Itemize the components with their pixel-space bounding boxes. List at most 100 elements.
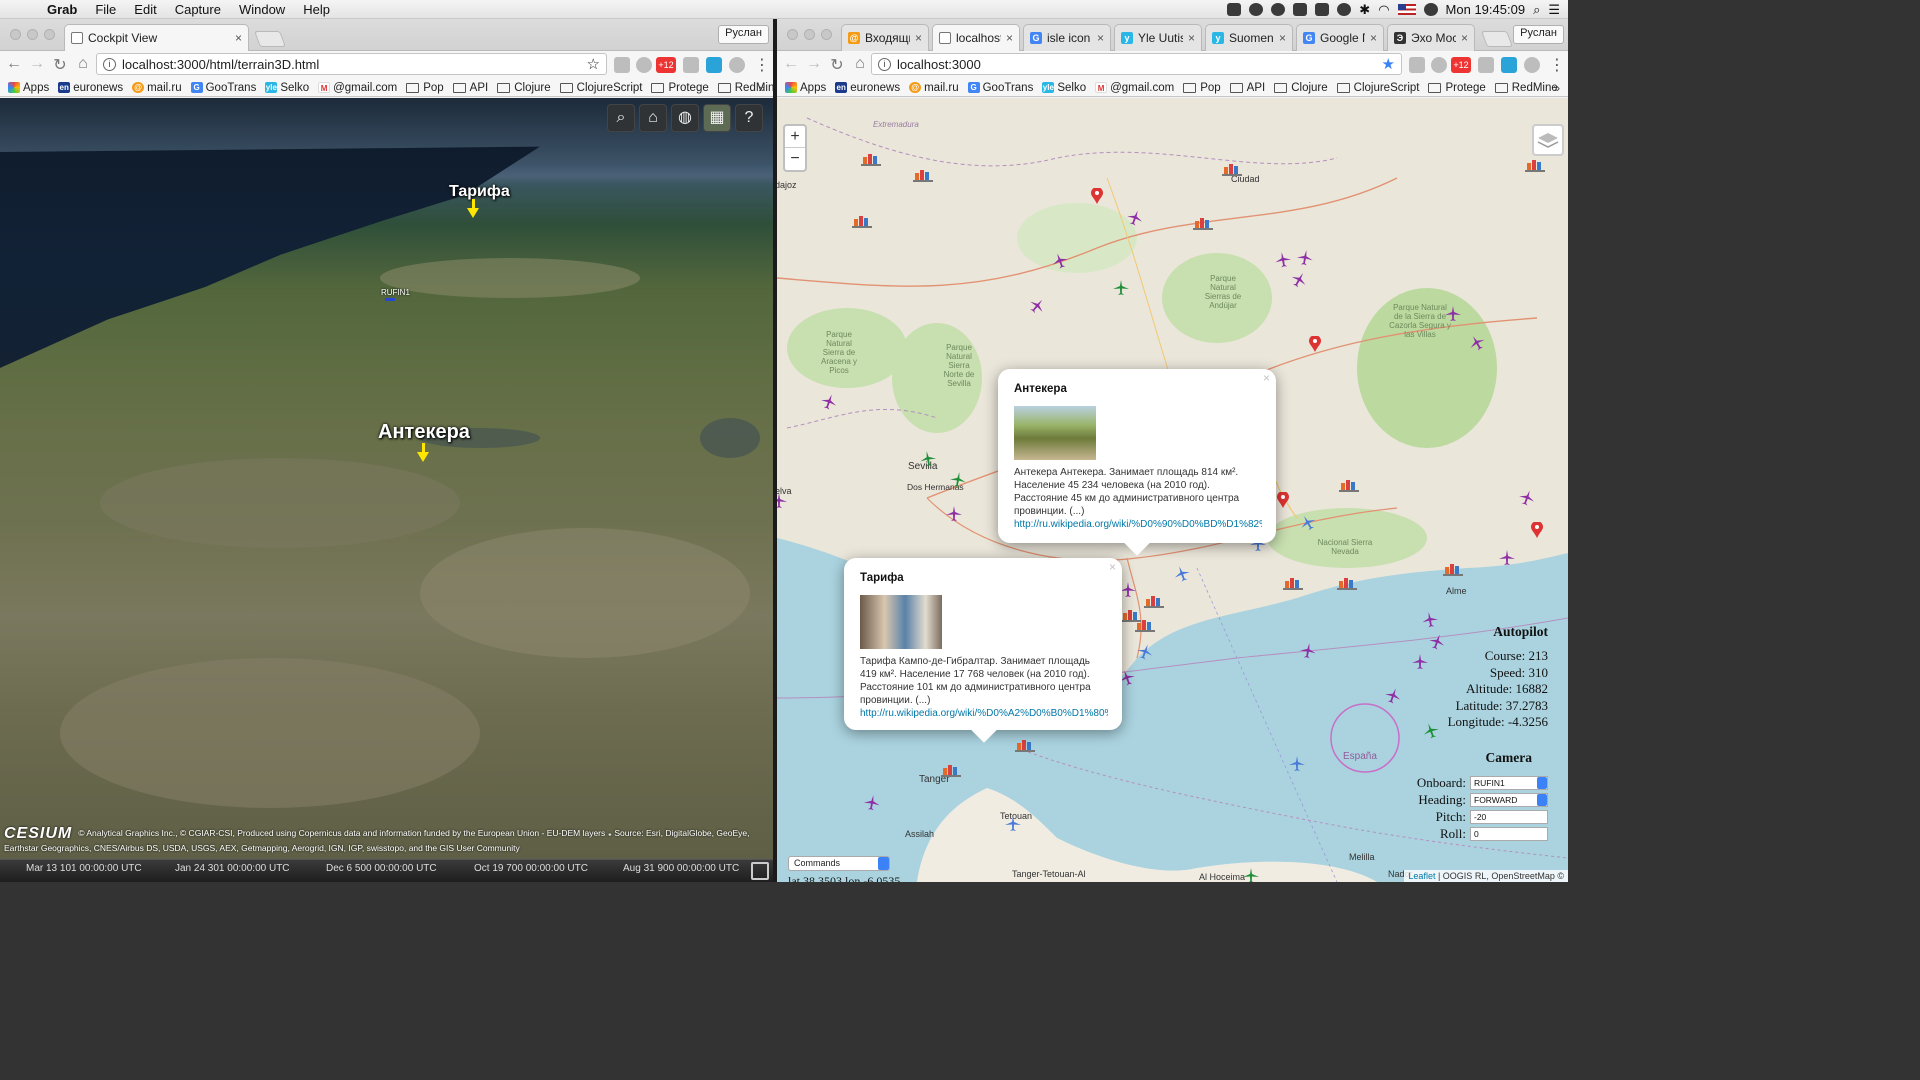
fullscreen-icon[interactable] — [751, 862, 769, 880]
extension-icon[interactable] — [1409, 57, 1425, 73]
extension-icon[interactable] — [683, 57, 699, 73]
zoom-in-button[interactable]: + — [785, 126, 805, 148]
aircraft-icon[interactable] — [1289, 756, 1305, 772]
extension-icon[interactable] — [1524, 57, 1540, 73]
browser-menu-icon[interactable]: ⋮ — [1549, 55, 1565, 75]
close-window-button[interactable] — [10, 29, 21, 40]
back-icon[interactable]: ← — [783, 55, 799, 73]
map-pin-icon[interactable] — [1309, 335, 1321, 352]
zoom-window-button[interactable] — [44, 29, 55, 40]
bookmarks-overflow-button[interactable]: » — [1553, 81, 1560, 95]
profile-button[interactable]: Руслан — [718, 25, 769, 44]
extension-icon[interactable] — [614, 57, 630, 73]
bookmark-folder-pop[interactable]: Pop — [1183, 82, 1221, 94]
bookmark-selko[interactable]: yle Selko — [1042, 82, 1086, 94]
menu-window[interactable]: Window — [230, 2, 294, 17]
home-icon[interactable]: ⌂ — [852, 55, 868, 73]
aircraft-icon[interactable] — [949, 471, 968, 490]
city-marker-icon[interactable] — [1222, 162, 1242, 176]
zoom-out-button[interactable]: − — [785, 148, 805, 170]
menu-grab[interactable]: Grab — [38, 2, 86, 17]
browser-menu-icon[interactable]: ⋮ — [754, 55, 770, 75]
city-marker-icon[interactable] — [1525, 158, 1545, 172]
extension-icon[interactable] — [1431, 57, 1447, 73]
aircraft-icon[interactable] — [1120, 582, 1136, 598]
zoom-window-button[interactable] — [821, 29, 832, 40]
map-pin-icon[interactable] — [1531, 521, 1543, 538]
bookmarks-overflow-button[interactable]: » — [758, 81, 765, 95]
aircraft-icon[interactable] — [1499, 550, 1515, 566]
forward-icon[interactable]: → — [29, 55, 45, 73]
volume-icon[interactable] — [1423, 3, 1438, 16]
home-icon[interactable]: ⌂ — [639, 104, 667, 132]
skype-icon[interactable] — [706, 57, 722, 73]
map-pin-icon[interactable] — [1091, 187, 1103, 204]
cesium-logo[interactable]: CESIUM — [4, 825, 72, 842]
close-icon[interactable]: × — [1109, 561, 1116, 574]
site-info-icon[interactable]: i — [103, 57, 116, 71]
profile-button[interactable]: Руслан — [1513, 25, 1564, 44]
aircraft-icon[interactable] — [777, 493, 787, 509]
extension-icon[interactable] — [1478, 57, 1494, 73]
map-pin-icon[interactable] — [1277, 491, 1289, 508]
menu-file[interactable]: File — [86, 2, 125, 17]
aircraft-icon[interactable] — [863, 794, 882, 813]
home-icon[interactable]: ⌂ — [75, 55, 91, 73]
commands-select[interactable]: Commands — [788, 856, 890, 871]
reload-icon[interactable]: ↻ — [829, 55, 845, 75]
aircraft-icon[interactable] — [919, 450, 938, 469]
heading-select[interactable]: FORWARD — [1470, 792, 1548, 807]
city-marker-icon[interactable] — [861, 152, 881, 166]
onboard-select[interactable]: RUFIN1 — [1470, 775, 1548, 790]
aircraft-icon[interactable] — [946, 506, 962, 522]
tab-echo-moscow[interactable]: ЭЭхо Моск× — [1387, 24, 1475, 51]
us-flag-icon[interactable] — [1397, 4, 1416, 15]
bookmark-folder-api[interactable]: API — [452, 82, 488, 94]
menu-capture[interactable]: Capture — [166, 2, 230, 17]
tab-yle-uutiset[interactable]: yYle Uutise× — [1114, 24, 1202, 51]
layers-control[interactable] — [1532, 124, 1564, 156]
notification-center-icon[interactable]: ☰ — [1548, 2, 1560, 18]
menu-edit[interactable]: Edit — [125, 2, 165, 17]
sync-icon[interactable] — [1271, 3, 1286, 16]
bookmark-gootrans[interactable]: G GooTrans — [190, 82, 256, 94]
city-marker-icon[interactable] — [1193, 216, 1213, 230]
forward-icon[interactable]: → — [806, 55, 822, 73]
city-marker-icon[interactable] — [1135, 618, 1155, 632]
city-marker-icon[interactable] — [1015, 738, 1035, 752]
clock[interactable]: Mon 19:45:09 — [1446, 2, 1526, 17]
roll-input[interactable]: 0 — [1470, 826, 1548, 841]
aircraft-icon[interactable] — [1243, 868, 1259, 882]
aircraft-icon[interactable] — [1274, 251, 1293, 270]
extension-icon[interactable] — [729, 57, 745, 73]
minimize-window-button[interactable] — [804, 29, 815, 40]
skype-icon[interactable] — [1501, 57, 1517, 73]
timeline[interactable]: Mar 13 101 00:00:00 UTC Jan 24 301 00:00… — [0, 859, 773, 882]
tab-localhost[interactable]: localhost:3× — [932, 24, 1020, 51]
bookmark-star-icon[interactable]: ★ — [1382, 55, 1395, 73]
bookmark-folder-redmine[interactable]: RedMine — [1494, 82, 1558, 94]
bookmark-mailru[interactable]: @ mail.ru — [132, 82, 182, 94]
extension-badge-icon[interactable]: +12 — [1451, 57, 1471, 73]
cesium-3d-view[interactable]: ⌕ ⌂ ◍ ▦ ? Тарифа RUFIN1 Антекера CESIUM ©… — [0, 98, 773, 882]
imagery-icon[interactable]: ▦ — [703, 104, 731, 132]
bookmark-selko[interactable]: yle Selko — [265, 82, 309, 94]
bookmark-euronews[interactable]: en euronews — [58, 82, 123, 94]
bookmark-gmail[interactable]: M @gmail.com — [318, 82, 397, 94]
vpn-icon[interactable] — [1337, 3, 1352, 16]
aircraft-icon[interactable] — [1299, 642, 1318, 661]
dropbox-icon[interactable] — [1227, 3, 1242, 16]
close-icon[interactable]: × — [1263, 372, 1270, 385]
leaflet-link[interactable]: Leaflet — [1408, 871, 1435, 881]
site-info-icon[interactable]: i — [878, 57, 891, 71]
tab-google-translate[interactable]: GGoogle Пе× — [1296, 24, 1384, 51]
minimize-window-button[interactable] — [27, 29, 38, 40]
bookmark-folder-protege[interactable]: Protege — [1428, 82, 1486, 94]
aircraft-icon[interactable] — [1296, 249, 1315, 268]
bookmark-folder-protege[interactable]: Protege — [651, 82, 709, 94]
spotlight-icon[interactable]: ⌕ — [1533, 2, 1540, 18]
city-marker-icon[interactable] — [913, 168, 933, 182]
reload-icon[interactable]: ↻ — [52, 55, 68, 75]
wikipedia-link[interactable]: http://ru.wikipedia.org/wiki/%D0%90%D0%B… — [1014, 518, 1262, 531]
aircraft-icon[interactable] — [1005, 816, 1021, 832]
